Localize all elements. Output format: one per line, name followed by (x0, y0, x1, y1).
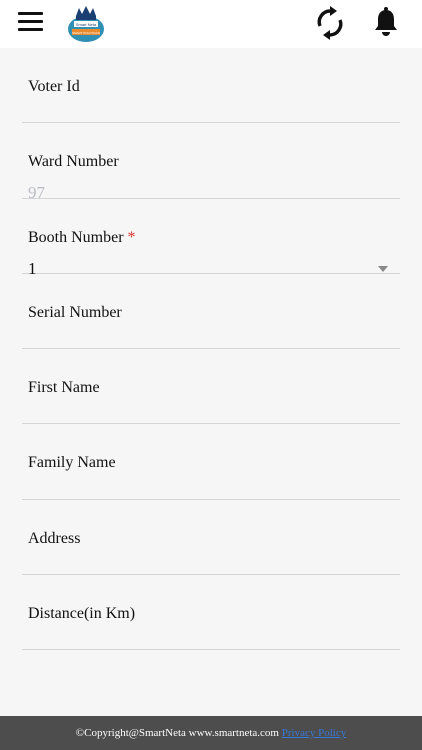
dropdown-caret-icon[interactable] (378, 265, 388, 272)
serial-number-label: Serial Number (28, 303, 122, 321)
voter-id-input[interactable] (28, 100, 388, 120)
family-name-label: Family Name (28, 454, 116, 472)
family-name-input[interactable] (28, 476, 388, 497)
serial-number-field[interactable]: Serial Number (22, 274, 400, 350)
booth-number-select[interactable]: Booth Number * 1 (22, 199, 400, 278)
svg-text:Smart Neta: Smart Neta (76, 22, 97, 27)
first-name-label: First Name (28, 379, 100, 397)
first-name-field[interactable]: First Name (22, 349, 400, 425)
address-input[interactable] (28, 551, 388, 572)
hamburger-menu-icon[interactable] (18, 12, 43, 32)
sync-icon[interactable] (314, 6, 346, 40)
notification-bell-icon[interactable] (372, 7, 400, 37)
privacy-policy-link[interactable]: Privacy Policy (282, 727, 346, 739)
booth-number-label: Booth Number * (28, 228, 136, 246)
serial-number-input[interactable] (28, 325, 388, 346)
footer: ©Copyright@SmartNeta www.smartneta.com P… (0, 716, 422, 750)
ward-number-field[interactable]: Ward Number 97 (22, 123, 400, 202)
copyright-text: ©Copyright@SmartNeta www.smartneta.com (75, 727, 282, 739)
ward-number-label: Ward Number (28, 153, 119, 171)
family-name-field[interactable]: Family Name (22, 424, 400, 500)
smartneta-logo: Smart Neta SMART POLITICIAN (68, 6, 104, 42)
voter-id-field[interactable]: Voter Id (22, 48, 400, 124)
distance-field[interactable]: Distance(in Km) (22, 575, 400, 651)
first-name-input[interactable] (28, 401, 388, 422)
top-app-bar: Smart Neta SMART POLITICIAN (0, 0, 422, 48)
required-asterisk: * (127, 228, 136, 246)
svg-text:SMART POLITICIAN: SMART POLITICIAN (72, 31, 100, 35)
voter-id-label: Voter Id (28, 78, 80, 95)
voter-search-form: Voter Id Ward Number 97 Booth Number * 1… (0, 48, 422, 651)
distance-label: Distance(in Km) (28, 605, 136, 623)
address-field[interactable]: Address (22, 500, 400, 576)
address-label: Address (28, 529, 81, 547)
distance-input[interactable] (28, 627, 388, 648)
